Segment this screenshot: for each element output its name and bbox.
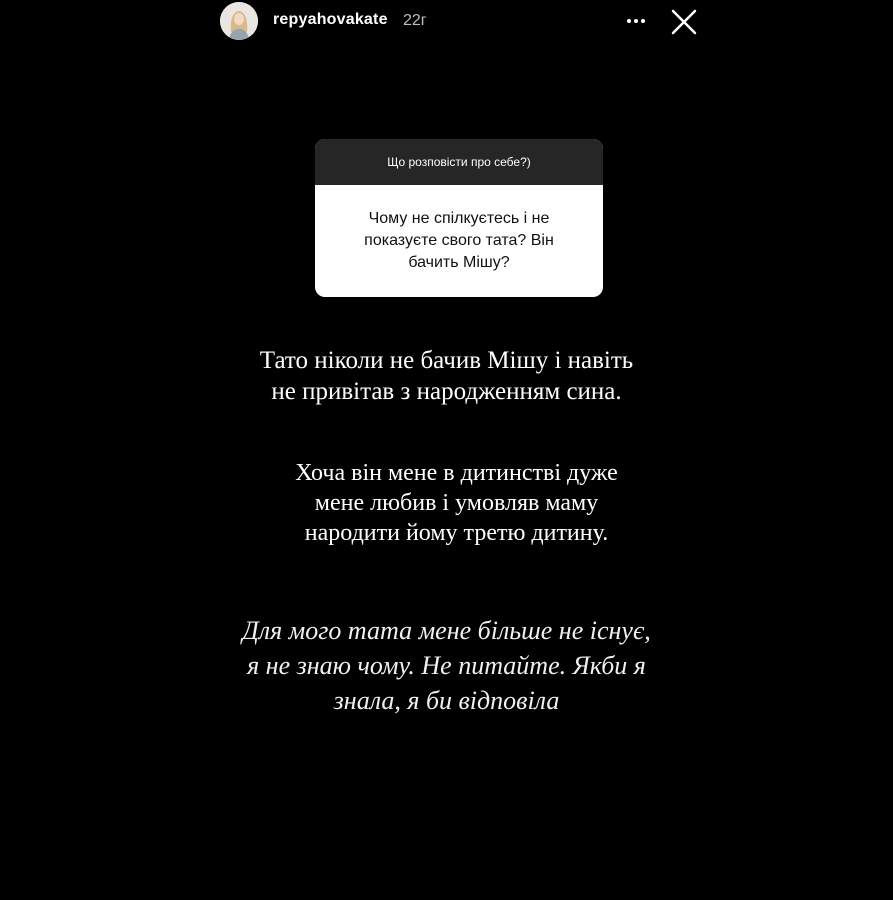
post-time: 22г <box>403 12 427 29</box>
story-text-line: Хоча він мене в дитинстві дуже <box>295 460 618 486</box>
question-line: Чому не спілкуєтесь і не <box>368 210 550 227</box>
question-line: показуєте свого тата? Він <box>364 232 554 249</box>
story-text-line: мене любив і умовляв маму <box>314 490 599 516</box>
story-text-line: Для мого тата мене більше не існує, <box>242 616 651 645</box>
more-options-button[interactable] <box>620 6 652 36</box>
question-prompt: Що розповісти про себе?) <box>315 139 603 185</box>
question-line: бачить Мішу? <box>408 254 510 271</box>
username[interactable]: repyahovakate <box>273 11 388 29</box>
close-icon <box>671 9 697 35</box>
story-text-block-1: Тато ніколи не бачив Мішу і навіть не пр… <box>0 345 893 407</box>
story-text-line: народити йому третю дитину. <box>304 520 609 546</box>
story-text-line: я не знаю чому. Не питайте. Якби я <box>247 651 646 680</box>
question-sticker[interactable]: Що розповісти про себе?) Чому не спілкує… <box>315 139 603 297</box>
story-text-line: Тато ніколи не бачив Мішу і навіть <box>259 347 634 374</box>
avatar-image <box>220 2 258 40</box>
close-button[interactable] <box>668 6 700 38</box>
story-header: repyahovakate 22г <box>0 0 893 44</box>
more-dots-icon <box>627 19 645 23</box>
story-text-line: не привітав з народженням сина. <box>271 378 622 405</box>
question-text: Чому не спілкуєтесь і не показуєте свого… <box>315 185 603 297</box>
story-viewer: repyahovakate 22г Що розповісти про себе… <box>0 0 893 900</box>
story-text-block-2: Хоча він мене в дитинстві дуже мене люби… <box>10 458 893 548</box>
avatar[interactable] <box>220 2 258 40</box>
story-text-line: знала, я би відповіла <box>333 686 560 715</box>
story-text-block-3: Для мого тата мене більше не існує, я не… <box>0 613 893 718</box>
